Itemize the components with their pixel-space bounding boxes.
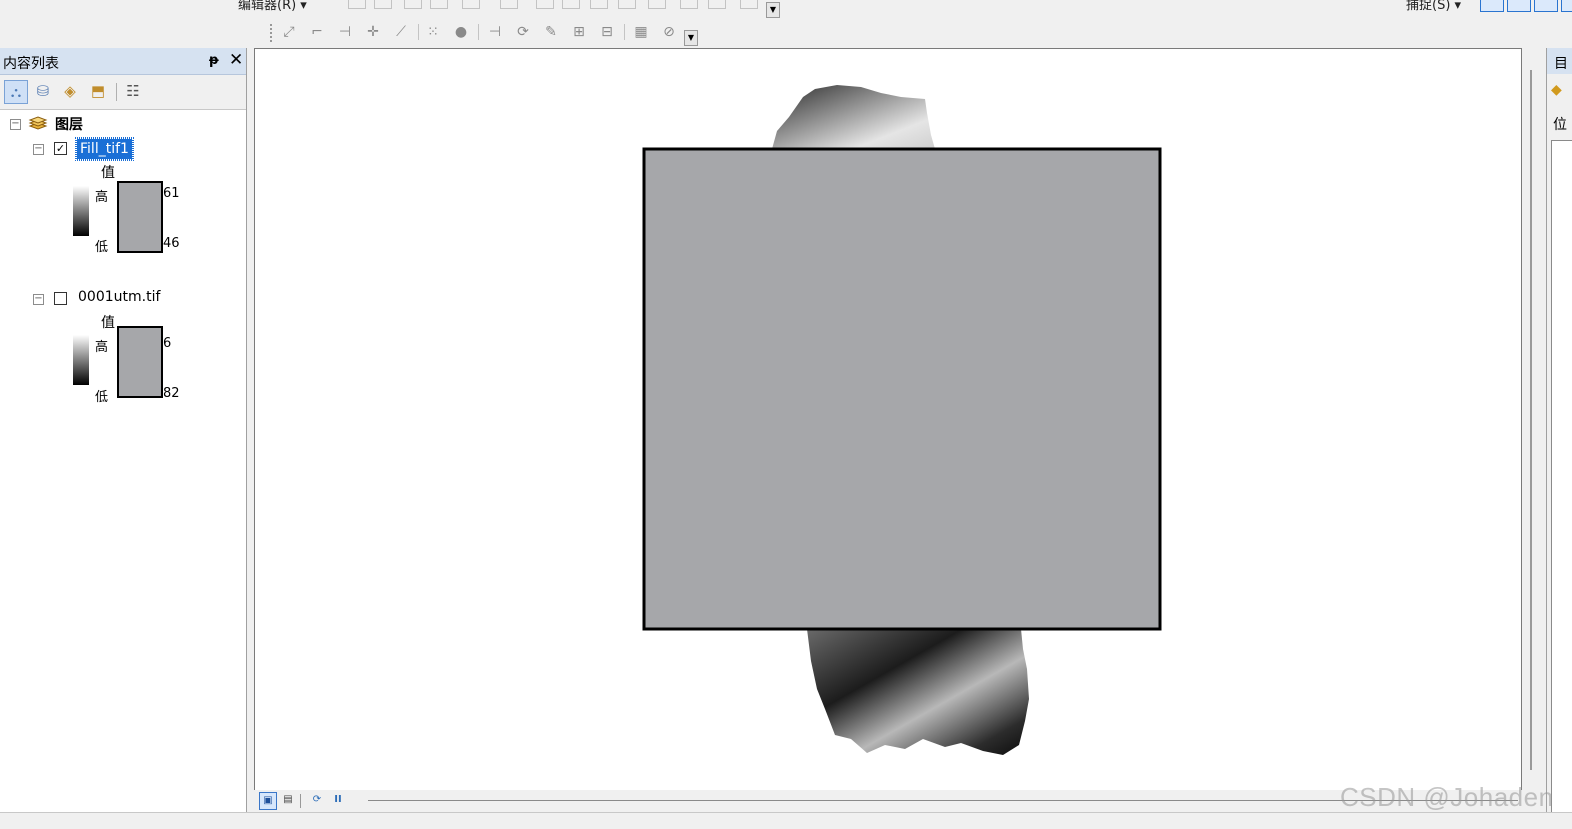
straight-segment-icon[interactable] xyxy=(404,0,422,9)
toc-title: 内容列表 xyxy=(3,56,59,72)
edit-vertices-icon[interactable] xyxy=(536,0,554,9)
toolbar-grip[interactable] xyxy=(270,24,274,42)
legend-low-value: 82 xyxy=(163,386,180,401)
catalog-location-label: 位 xyxy=(1553,117,1567,133)
vertex-snap-button[interactable] xyxy=(1534,0,1558,12)
end-snap-button[interactable] xyxy=(1507,0,1531,12)
table-of-contents-panel: 内容列表 ᵽ ✕ ⛬ ⛁ ◈ ⬒ ☷ − 图层 − ✓ Fill_tif1 值 … xyxy=(0,48,247,812)
bottom-status-strip xyxy=(0,812,1572,829)
legend-high-value: 6 xyxy=(163,336,172,351)
data-view-icon[interactable]: ▣ xyxy=(259,792,277,810)
collapse-layers-icon[interactable]: − xyxy=(10,119,21,130)
edge-snap-button[interactable] xyxy=(1561,0,1572,12)
map-vertical-scrollbar[interactable] xyxy=(1527,70,1535,770)
rotate-icon[interactable] xyxy=(648,0,666,9)
validate-icon[interactable]: ⊣ xyxy=(486,23,504,41)
generalize-icon[interactable]: ⁙ xyxy=(424,23,442,41)
collapse-layer-icon[interactable]: − xyxy=(33,144,44,155)
toolbar-separator xyxy=(116,83,117,101)
map-redaction-box xyxy=(642,147,1162,631)
legend-low-label: 低 xyxy=(95,240,109,255)
scrollbar-track[interactable] xyxy=(1530,70,1532,770)
erase-icon[interactable]: ⊘ xyxy=(660,23,678,41)
sketch-properties-icon[interactable] xyxy=(708,0,726,9)
layer-name-fill-tif1[interactable]: Fill_tif1 xyxy=(75,137,134,161)
legend-value-heading: 值 xyxy=(101,165,115,181)
align-edge-icon[interactable]: ⊣ xyxy=(336,23,354,41)
legend-high-label: 高 xyxy=(95,190,109,205)
catalog-home-icon[interactable]: ◆ xyxy=(1551,82,1567,98)
end-point-arc-icon[interactable] xyxy=(430,0,448,9)
editor-toolbar: 编辑器(R) ▾ ▼ 捕捉(S) ▾ xyxy=(0,0,1572,18)
snapping-menu-button[interactable]: 捕捉(S) ▾ xyxy=(1406,0,1461,13)
layout-view-icon[interactable]: ▤ xyxy=(280,792,296,808)
catalog-panel: 目 ◆ 位 xyxy=(1546,48,1572,812)
list-by-visibility-icon[interactable]: ◈ xyxy=(59,80,81,102)
legend-low-value: 46 xyxy=(163,236,180,251)
error-inspector-icon[interactable]: ✎ xyxy=(542,23,560,41)
toolbar-separator xyxy=(478,24,479,40)
toolbar-separator xyxy=(624,24,625,40)
list-by-selection-icon[interactable]: ⬒ xyxy=(87,80,109,102)
status-separator xyxy=(300,794,301,808)
edit-tool-icon[interactable] xyxy=(348,0,366,9)
trace-icon[interactable] xyxy=(462,0,480,9)
legend-high-value: 61 xyxy=(163,186,180,201)
toolbar-separator xyxy=(418,24,419,40)
map-view[interactable] xyxy=(254,48,1522,792)
catalog-titlebar: 目 xyxy=(1547,48,1572,74)
layer-visibility-checkbox[interactable] xyxy=(54,292,67,305)
split-icon[interactable] xyxy=(618,0,636,9)
point-icon[interactable] xyxy=(500,0,518,9)
layer-visibility-checkbox[interactable]: ✓ xyxy=(54,142,67,155)
point-snap-button[interactable] xyxy=(1480,0,1504,12)
legend-color-ramp xyxy=(73,186,89,236)
toolbar-overflow-button[interactable]: ▼ xyxy=(766,2,780,18)
watermark: CSDN @Johaden xyxy=(1340,782,1554,812)
legend-value-heading: 值 xyxy=(101,315,115,331)
refresh-icon[interactable]: ⟳ xyxy=(309,792,325,808)
pause-drawing-icon[interactable]: II xyxy=(330,792,346,808)
map-canvas[interactable] xyxy=(255,49,1521,791)
construct-features-icon[interactable]: ⊟ xyxy=(598,23,616,41)
toc-options-icon[interactable]: ☷ xyxy=(122,80,144,102)
toc-titlebar: 内容列表 ᵽ ✕ xyxy=(0,48,246,75)
dem-raster-bottom xyxy=(807,629,1029,755)
shared-features-icon[interactable]: ⊞ xyxy=(570,23,588,41)
create-features-icon[interactable] xyxy=(740,0,758,9)
list-by-source-icon[interactable]: ⛁ xyxy=(32,80,54,102)
close-icon[interactable]: ✕ xyxy=(229,50,243,70)
attributes-icon[interactable] xyxy=(680,0,698,9)
legend-low-label: 低 xyxy=(95,390,109,405)
layers-icon xyxy=(28,116,48,130)
legend-redaction-box xyxy=(117,181,163,253)
catalog-tree[interactable] xyxy=(1551,140,1572,812)
editor-menu-button[interactable]: 编辑器(R) ▾ xyxy=(238,0,307,13)
split-edge-icon[interactable]: ✛ xyxy=(364,23,382,41)
layer-name-0001utm[interactable]: 0001utm.tif xyxy=(78,289,160,305)
legend-redaction-box xyxy=(117,326,163,398)
reshape-icon[interactable] xyxy=(562,0,580,9)
legend-high-label: 高 xyxy=(95,340,109,355)
toolbar-overflow-button[interactable]: ▼ xyxy=(684,30,698,46)
layers-root-label[interactable]: 图层 xyxy=(55,114,83,134)
cut-polygon-icon[interactable] xyxy=(590,0,608,9)
list-by-drawing-order-icon[interactable]: ⛬ xyxy=(4,80,28,104)
legend-color-ramp xyxy=(73,335,89,385)
topology-toolbar: ⤢ ⌐ ⊣ ✛ ⟋ ⁙ ● ⊣ ⟳ ✎ ⊞ ⊟ ▦ ⊘ ▼ xyxy=(0,18,1572,48)
sphere-icon[interactable]: ● xyxy=(452,23,470,41)
topology-reshape-icon[interactable]: ⌐ xyxy=(308,23,326,41)
modify-edge-icon[interactable]: ⟋ xyxy=(392,23,410,41)
catalog-title: 目 xyxy=(1554,56,1568,72)
pin-icon[interactable]: ᵽ xyxy=(209,53,219,68)
topology-edit-icon[interactable]: ⤢ xyxy=(280,23,298,41)
collapse-layer-icon[interactable]: − xyxy=(33,294,44,305)
dissolve-icon[interactable]: ▦ xyxy=(632,23,650,41)
edit-annotation-icon[interactable] xyxy=(374,0,392,9)
dem-raster-top xyxy=(772,85,935,149)
fix-errors-icon[interactable]: ⟳ xyxy=(514,23,532,41)
toc-toolbar: ⛬ ⛁ ◈ ⬒ ☷ xyxy=(0,75,246,110)
